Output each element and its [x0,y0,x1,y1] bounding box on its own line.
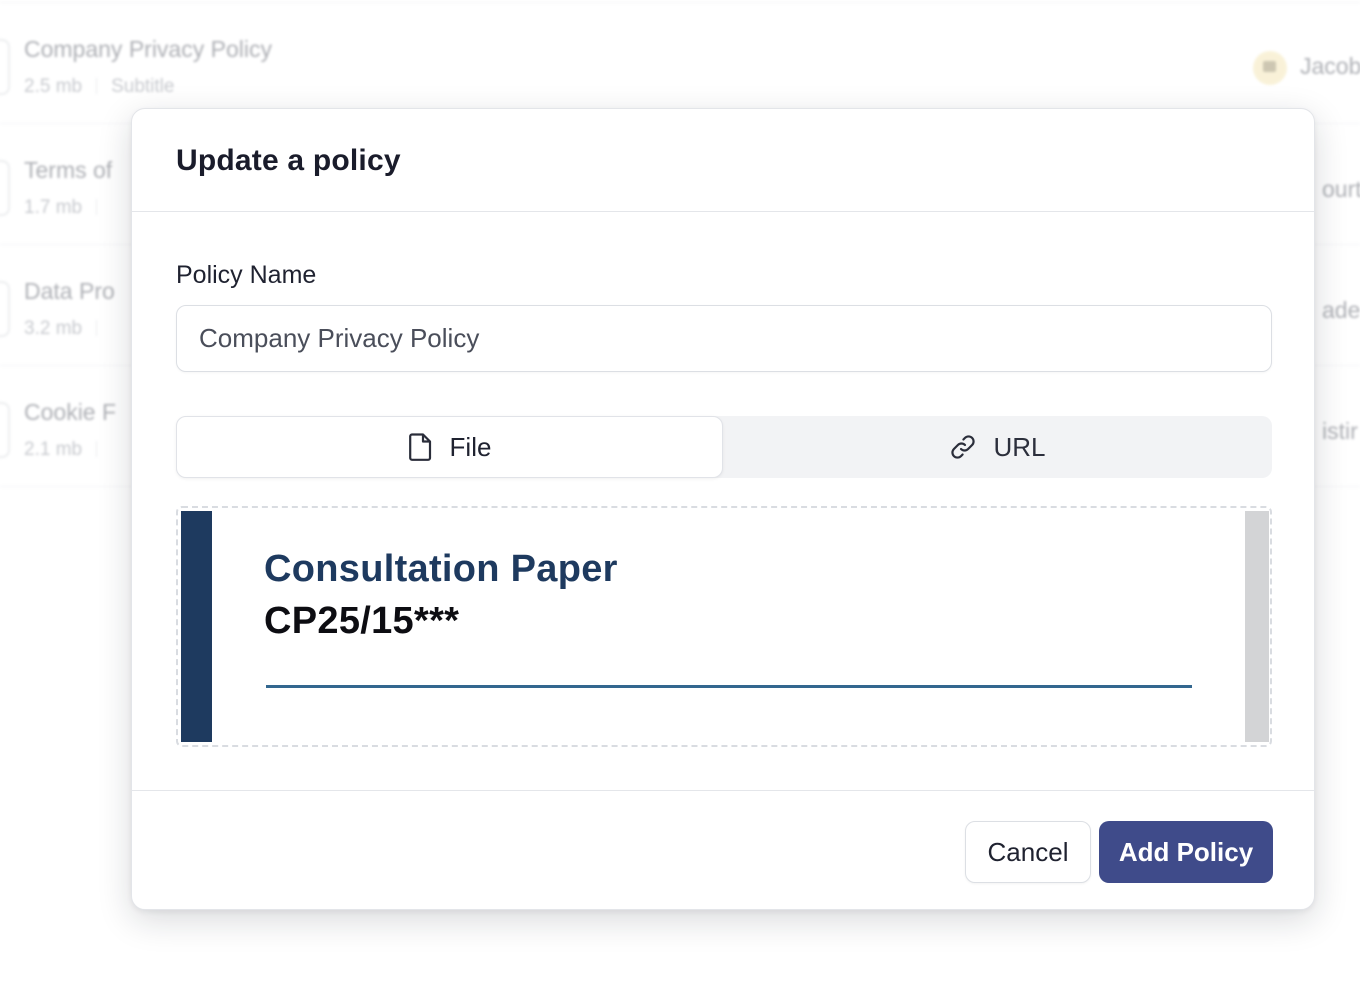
file-size: 2.1 mb [24,439,83,460]
list-item-meta: 2.5 mb Subtitle [24,76,174,98]
list-item-meta: 1.7 mb [24,197,111,219]
document-preview: Consultation Paper CP25/15*** [181,511,1269,742]
document-title: Consultation Paper [264,548,618,590]
divider [96,78,98,94]
preview-accent-bar [181,511,212,742]
update-policy-dialog: Update a policy Policy Name File URL [131,108,1315,910]
owner-name: ourt [1322,176,1360,202]
avatar [1253,51,1287,85]
file-thumbnail-icon [0,402,10,458]
list-item-title: Cookie F [24,399,117,425]
divider [96,441,98,457]
document-reference: CP25/15*** [264,600,460,642]
link-icon [949,433,977,461]
tab-file[interactable]: File [176,416,723,478]
list-item-meta: 2.1 mb [24,439,111,461]
policy-name-label: Policy Name [176,261,317,289]
owner-name: ade [1322,297,1360,323]
file-size: 1.7 mb [24,197,83,218]
add-policy-button[interactable]: Add Policy [1099,821,1273,883]
file-thumbnail-icon [0,281,10,337]
file-dropzone[interactable]: Consultation Paper CP25/15*** [176,506,1272,747]
dialog-header: Update a policy [132,109,1314,212]
tab-url-label: URL [993,431,1046,462]
file-size: 2.5 mb [24,76,83,97]
source-type-toggle: File URL [176,416,1272,478]
list-item-title: Terms of [24,157,113,183]
divider [96,320,98,336]
divider [96,199,98,215]
list-item-subtitle: Subtitle [111,76,175,97]
list-item-title: Company Privacy Policy [24,36,272,62]
owner-name: Jacob [1300,53,1360,79]
dialog-title: Update a policy [176,144,401,177]
owner-name: istir [1322,418,1358,444]
tab-file-label: File [449,431,492,462]
file-size: 3.2 mb [24,318,83,339]
tab-url[interactable]: URL [723,416,1272,478]
file-thumbnail-icon [0,160,10,216]
file-icon [408,432,434,462]
list-item: Company Privacy Policy 2.5 mb Subtitle Ja… [0,3,1360,124]
cancel-button[interactable]: Cancel [965,821,1091,883]
list-item-meta: 3.2 mb [24,318,111,340]
preview-scrollbar[interactable] [1245,511,1269,742]
policy-name-input[interactable] [176,305,1272,372]
divider [266,685,1192,688]
list-item-title: Data Pro [24,278,115,304]
file-thumbnail-icon [0,39,10,95]
dialog-footer: Cancel Add Policy [132,790,1314,910]
